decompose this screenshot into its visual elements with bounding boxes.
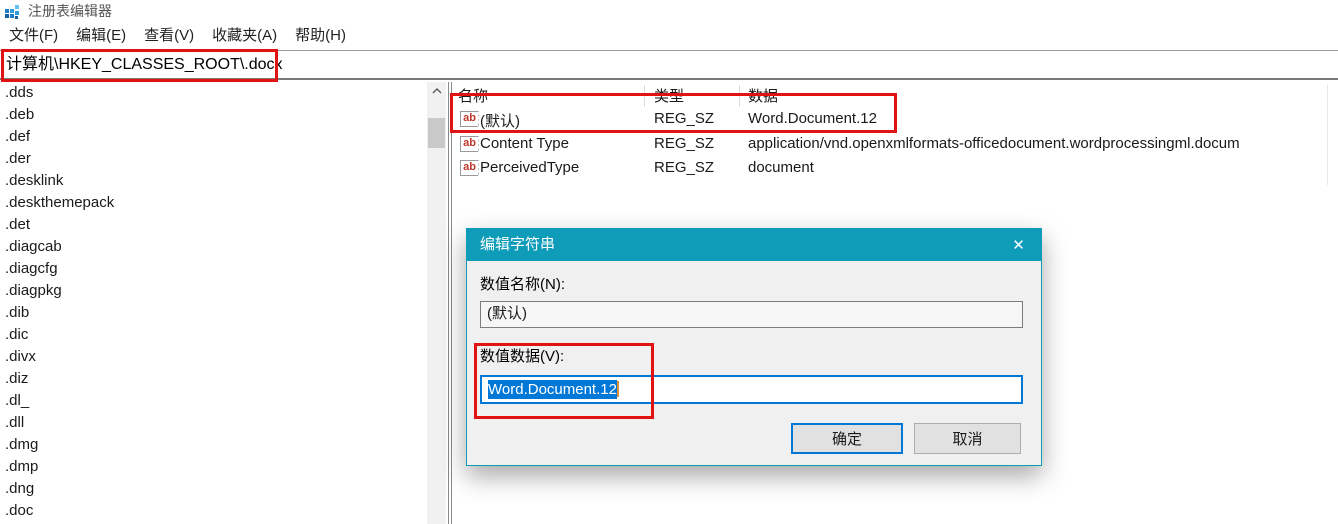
value-type: REG_SZ	[654, 159, 714, 176]
column-separator[interactable]	[644, 85, 645, 107]
dialog-close-button[interactable]: ✕	[996, 229, 1041, 261]
value-data: Word.Document.12	[748, 110, 877, 127]
tree-item[interactable]: .dds	[0, 82, 427, 104]
menu-help[interactable]: 帮助(H)	[286, 22, 355, 49]
tree-item[interactable]: .diagpkg	[0, 280, 427, 302]
tree-item[interactable]: .def	[0, 126, 427, 148]
tree-item[interactable]: .dic	[0, 324, 427, 346]
value-name: Content Type	[480, 135, 569, 152]
tree-item[interactable]: .dmp	[0, 456, 427, 478]
address-bar[interactable]: 计算机\HKEY_CLASSES_ROOT\.docx	[0, 50, 1338, 80]
value-data-field[interactable]: Word.Document.12	[480, 375, 1023, 404]
edit-string-dialog: 编辑字符串 ✕ 数值名称(N): (默认) 数值数据(V): Word.Docu…	[466, 228, 1042, 466]
string-value-icon: ab	[460, 160, 479, 176]
tree-item[interactable]: .divx	[0, 346, 427, 368]
ok-button[interactable]: 确定	[791, 423, 903, 454]
value-row-default[interactable]: ab (默认) REG_SZ Word.Document.12	[452, 108, 1338, 132]
value-data: application/vnd.openxmlformats-officedoc…	[748, 135, 1240, 152]
tree-item[interactable]: .deskthemepack	[0, 192, 427, 214]
menu-file[interactable]: 文件(F)	[0, 22, 67, 49]
tree-item[interactable]: .desklink	[0, 170, 427, 192]
column-header-data[interactable]: 数据	[748, 85, 778, 106]
column-separator[interactable]	[739, 85, 740, 107]
selected-text: Word.Document.12	[488, 380, 617, 399]
tree-item[interactable]: .det	[0, 214, 427, 236]
scroll-up-button[interactable]	[427, 82, 446, 100]
tree-item[interactable]: .diagcfg	[0, 258, 427, 280]
value-type: REG_SZ	[654, 110, 714, 127]
dialog-titlebar[interactable]: 编辑字符串	[467, 229, 1041, 261]
tree-item[interactable]: .diagcab	[0, 236, 427, 258]
value-row-content-type[interactable]: ab Content Type REG_SZ application/vnd.o…	[452, 133, 1338, 157]
tree-item[interactable]: .dng	[0, 478, 427, 500]
value-name: (默认)	[480, 110, 520, 131]
column-header-name[interactable]: 名称	[458, 85, 488, 106]
column-header-type[interactable]: 类型	[654, 85, 684, 106]
value-name-label: 数值名称(N):	[480, 273, 565, 294]
value-name: PerceivedType	[480, 159, 579, 176]
tree-scrollbar[interactable]	[427, 82, 446, 524]
tree-item[interactable]: .dib	[0, 302, 427, 324]
tree-item[interactable]: .der	[0, 148, 427, 170]
value-data-label: 数值数据(V):	[480, 345, 564, 366]
tree-item[interactable]: .diz	[0, 368, 427, 390]
value-row-perceivedtype[interactable]: ab PerceivedType REG_SZ document	[452, 157, 1338, 181]
tree-item[interactable]: .doc	[0, 500, 427, 522]
tree-item[interactable]: .dl_	[0, 390, 427, 412]
string-value-icon: ab	[460, 136, 479, 152]
menu-favorites[interactable]: 收藏夹(A)	[203, 22, 286, 49]
window-title: 注册表编辑器	[28, 1, 112, 21]
tree-item[interactable]: .dmg	[0, 434, 427, 456]
value-type: REG_SZ	[654, 135, 714, 152]
menu-bar: 文件(F) 编辑(E) 查看(V) 收藏夹(A) 帮助(H)	[0, 22, 1338, 49]
list-header: 名称 类型 数据	[452, 85, 1338, 107]
tree-item[interactable]: .dll	[0, 412, 427, 434]
value-data: document	[748, 159, 814, 176]
menu-edit[interactable]: 编辑(E)	[67, 22, 135, 49]
registry-key-tree: .dds .deb .def .der .desklink .desktheme…	[0, 82, 427, 524]
chevron-up-icon	[432, 88, 442, 94]
menu-view[interactable]: 查看(V)	[135, 22, 203, 49]
string-value-icon: ab	[460, 111, 479, 127]
value-name-field[interactable]: (默认)	[480, 301, 1023, 328]
scrollbar-thumb[interactable]	[428, 118, 445, 148]
registry-editor-icon	[4, 4, 20, 20]
text-caret	[617, 381, 619, 397]
window-titlebar: 注册表编辑器	[0, 0, 1338, 22]
cancel-button[interactable]: 取消	[914, 423, 1021, 454]
tree-item[interactable]: .deb	[0, 104, 427, 126]
